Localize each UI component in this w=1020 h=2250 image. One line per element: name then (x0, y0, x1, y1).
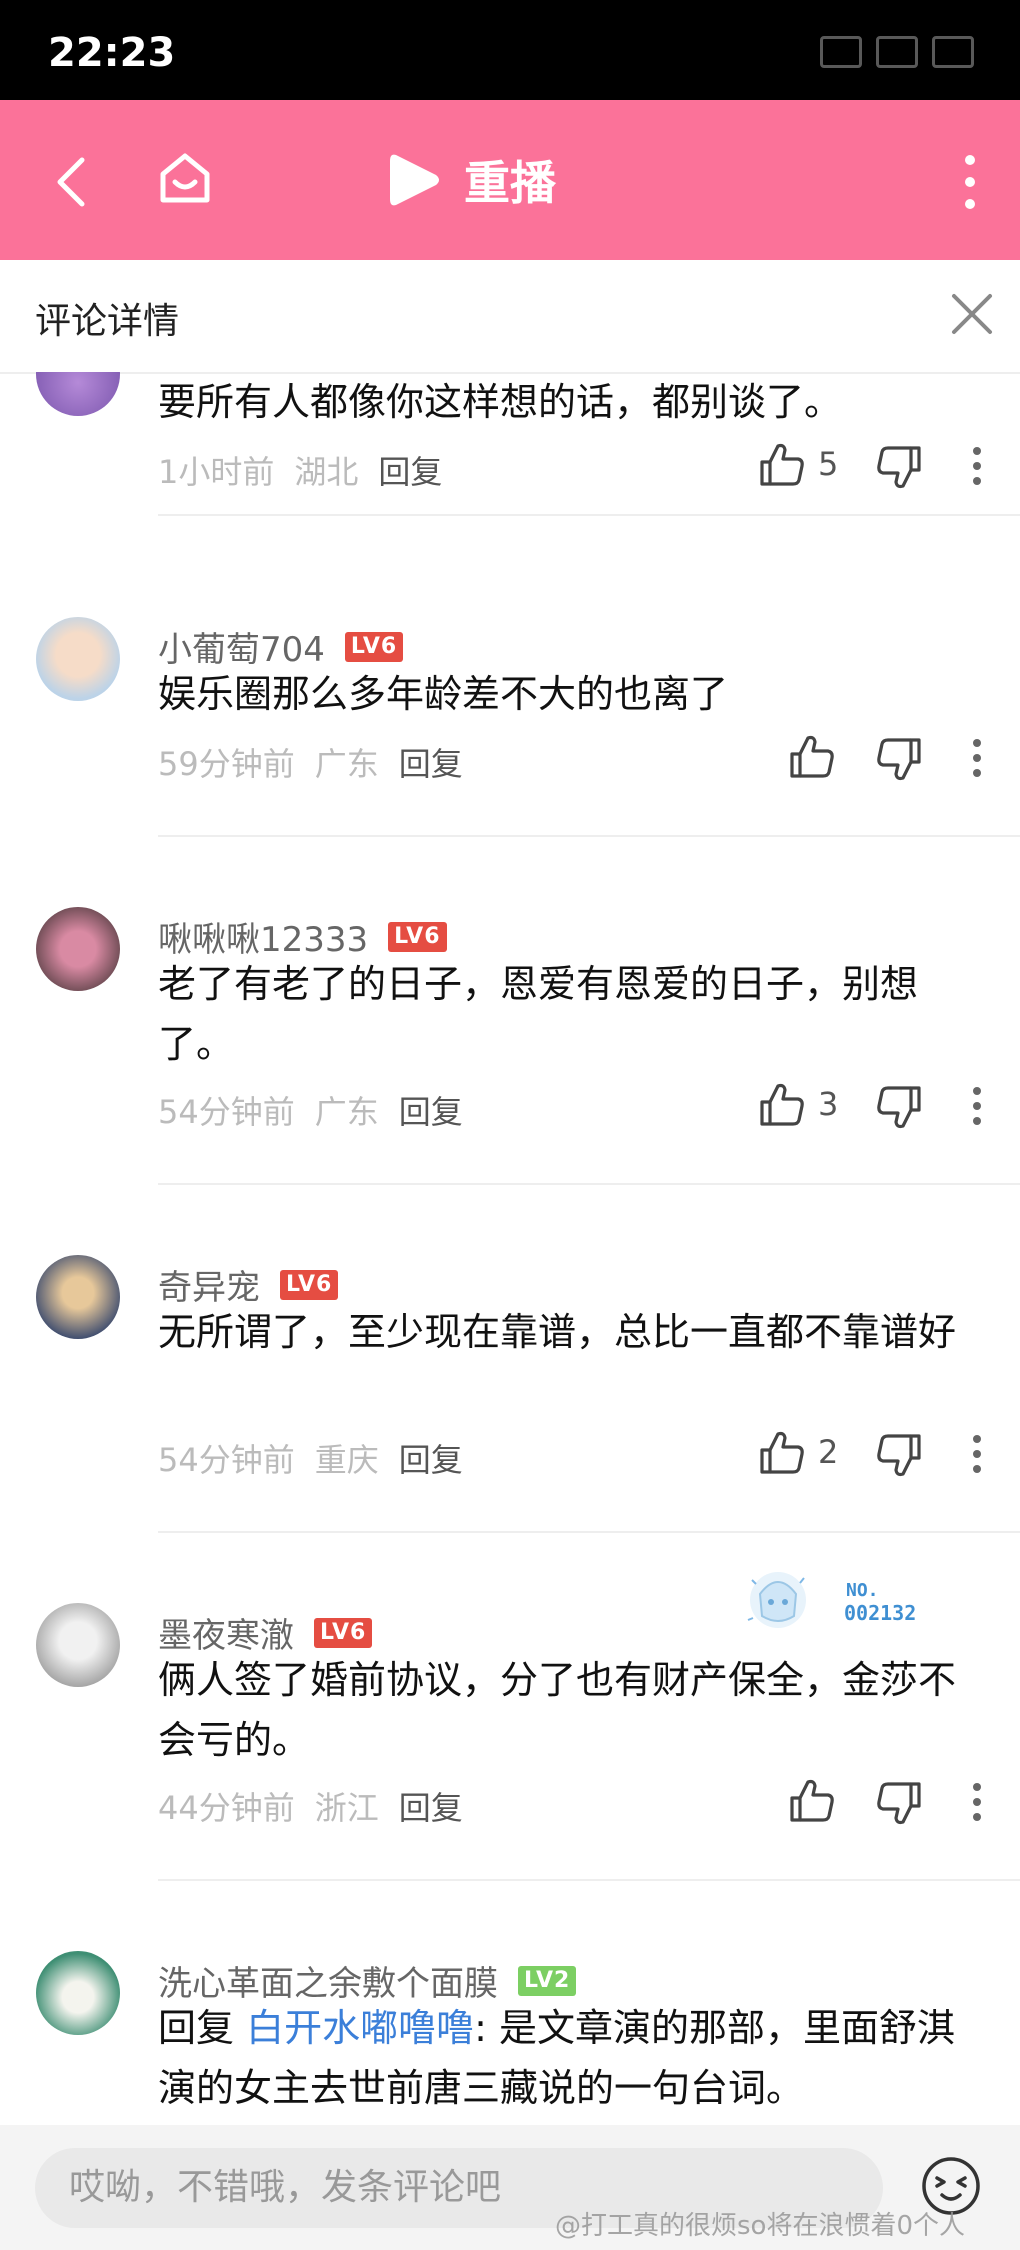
more-options-icon[interactable] (971, 446, 983, 486)
comment-text: 俩人签了婚前协议，分了也有财产保全，金莎不会亏的。 (158, 1658, 957, 1762)
status-icons (820, 36, 974, 68)
comment-text: 娱乐圈那么多年龄差不大的也离了 (158, 672, 729, 716)
avatar[interactable] (36, 1951, 120, 2035)
like-button[interactable]: 3 (758, 1080, 838, 1128)
reply-button[interactable]: 回复 (399, 1783, 463, 1829)
like-button[interactable]: 5 (758, 440, 838, 488)
comment-location: 广东 (314, 745, 379, 783)
more-options-icon[interactable] (971, 1434, 983, 1474)
level-badge: LV6 (314, 1617, 373, 1648)
divider (158, 1531, 1020, 1533)
thumbs-down-icon[interactable] (875, 442, 923, 490)
more-options-icon[interactable] (971, 738, 983, 778)
comment-time: 44分钟前 (158, 1789, 295, 1827)
comment-time: 59分钟前 (158, 745, 295, 783)
comment-meta: 54分钟前 广东 回复 (158, 1087, 463, 1133)
like-button[interactable] (788, 1776, 836, 1824)
thumbs-down-icon[interactable] (875, 1082, 923, 1130)
like-count: 5 (818, 445, 839, 483)
divider (158, 514, 1020, 516)
sticker-number-line1: NO. (846, 1580, 879, 1601)
divider (158, 835, 1020, 837)
comment-meta: 59分钟前 广东 回复 (158, 739, 463, 785)
reply-button[interactable]: 回复 (378, 447, 442, 493)
avatar[interactable] (36, 1603, 120, 1687)
level-badge: LV6 (388, 921, 447, 952)
divider (158, 1183, 1020, 1185)
reply-button[interactable]: 回复 (399, 739, 463, 785)
level-badge: LV6 (344, 631, 404, 662)
comment-text: 无所谓了，至少现在靠谱，总比一直都不靠谱好 (158, 1310, 957, 1354)
comment-meta: 54分钟前 重庆 回复 (158, 1435, 463, 1481)
comment-list[interactable]: 要所有人都像你这样想的话，都别谈了。 1小时前 湖北 回复 5 小葡萄704 L… (0, 372, 1020, 2122)
reply-button[interactable]: 回复 (399, 1435, 463, 1481)
comment-text: 要所有人都像你这样想的话，都别谈了。 (158, 380, 843, 424)
status-time: 22:23 (48, 30, 176, 76)
reply-button[interactable]: 回复 (399, 1087, 463, 1133)
like-count: 3 (818, 1085, 839, 1123)
thumbs-up-icon (790, 735, 834, 778)
avatar[interactable] (36, 617, 120, 701)
app-bar: 重播 (0, 100, 1020, 260)
status-bar: 22:23 (0, 0, 1020, 100)
more-options-icon[interactable] (971, 1782, 983, 1822)
comment-text: 老了有老了的日子，恩爱有恩爱的日子，别想了。 (158, 962, 919, 1066)
comment-meta: 44分钟前 浙江 回复 (158, 1783, 463, 1829)
more-menu-icon[interactable] (958, 152, 982, 212)
comment-location: 浙江 (314, 1789, 379, 1827)
comment-meta: 1小时前 湖北 回复 (158, 447, 442, 493)
divider (158, 1879, 1020, 1881)
close-icon[interactable] (948, 290, 996, 338)
like-button[interactable]: 2 (758, 1428, 838, 1476)
avatar[interactable] (36, 1255, 120, 1339)
comment-detail-header: 评论详情 (0, 260, 1020, 374)
comment-time: 54分钟前 (158, 1441, 295, 1479)
fan-badge-sticker: NO. 002132 (747, 1572, 916, 1628)
page-title: 评论详情 (35, 301, 180, 342)
watermark: @打工真的很烦so将在浪惯着0个人 (555, 2211, 965, 2241)
mention-link[interactable]: 白开水嘟噜噜 (246, 2006, 474, 2050)
comment-location: 广东 (314, 1093, 379, 1131)
like-button[interactable] (788, 732, 836, 780)
back-arrow-icon[interactable] (44, 152, 104, 212)
more-options-icon[interactable] (971, 1086, 983, 1126)
thumbs-down-icon[interactable] (875, 1778, 923, 1826)
comment-location: 湖北 (294, 453, 359, 491)
comment-time: 1小时前 (158, 453, 275, 491)
thumbs-up-icon (760, 1431, 804, 1474)
avatar[interactable] (36, 372, 120, 416)
sticker-number-line2: 002132 (844, 1601, 916, 1625)
comment-text: 回复 白开水嘟噜噜: 是文章演的那部，里面舒淇演的女主去世前唐三藏说的一句台词。 (158, 1998, 958, 2118)
thumbs-up-icon (790, 1779, 834, 1822)
replay-label: 重播 (464, 156, 556, 210)
home-icon[interactable] (155, 148, 215, 208)
replay-button[interactable]: 重播 (388, 140, 556, 220)
play-icon (390, 154, 439, 206)
thumbs-down-icon[interactable] (875, 734, 923, 782)
comment-location: 重庆 (314, 1441, 379, 1479)
thumbs-down-icon[interactable] (875, 1430, 923, 1478)
thumbs-up-icon (760, 1083, 804, 1126)
like-count: 2 (818, 1433, 839, 1471)
level-badge: LV2 (518, 1965, 577, 1996)
level-badge: LV6 (280, 1269, 339, 1300)
thumbs-up-icon (760, 443, 804, 486)
reply-prefix: 回复 (158, 2006, 235, 2050)
comment-time: 54分钟前 (158, 1093, 295, 1131)
avatar[interactable] (36, 907, 120, 991)
